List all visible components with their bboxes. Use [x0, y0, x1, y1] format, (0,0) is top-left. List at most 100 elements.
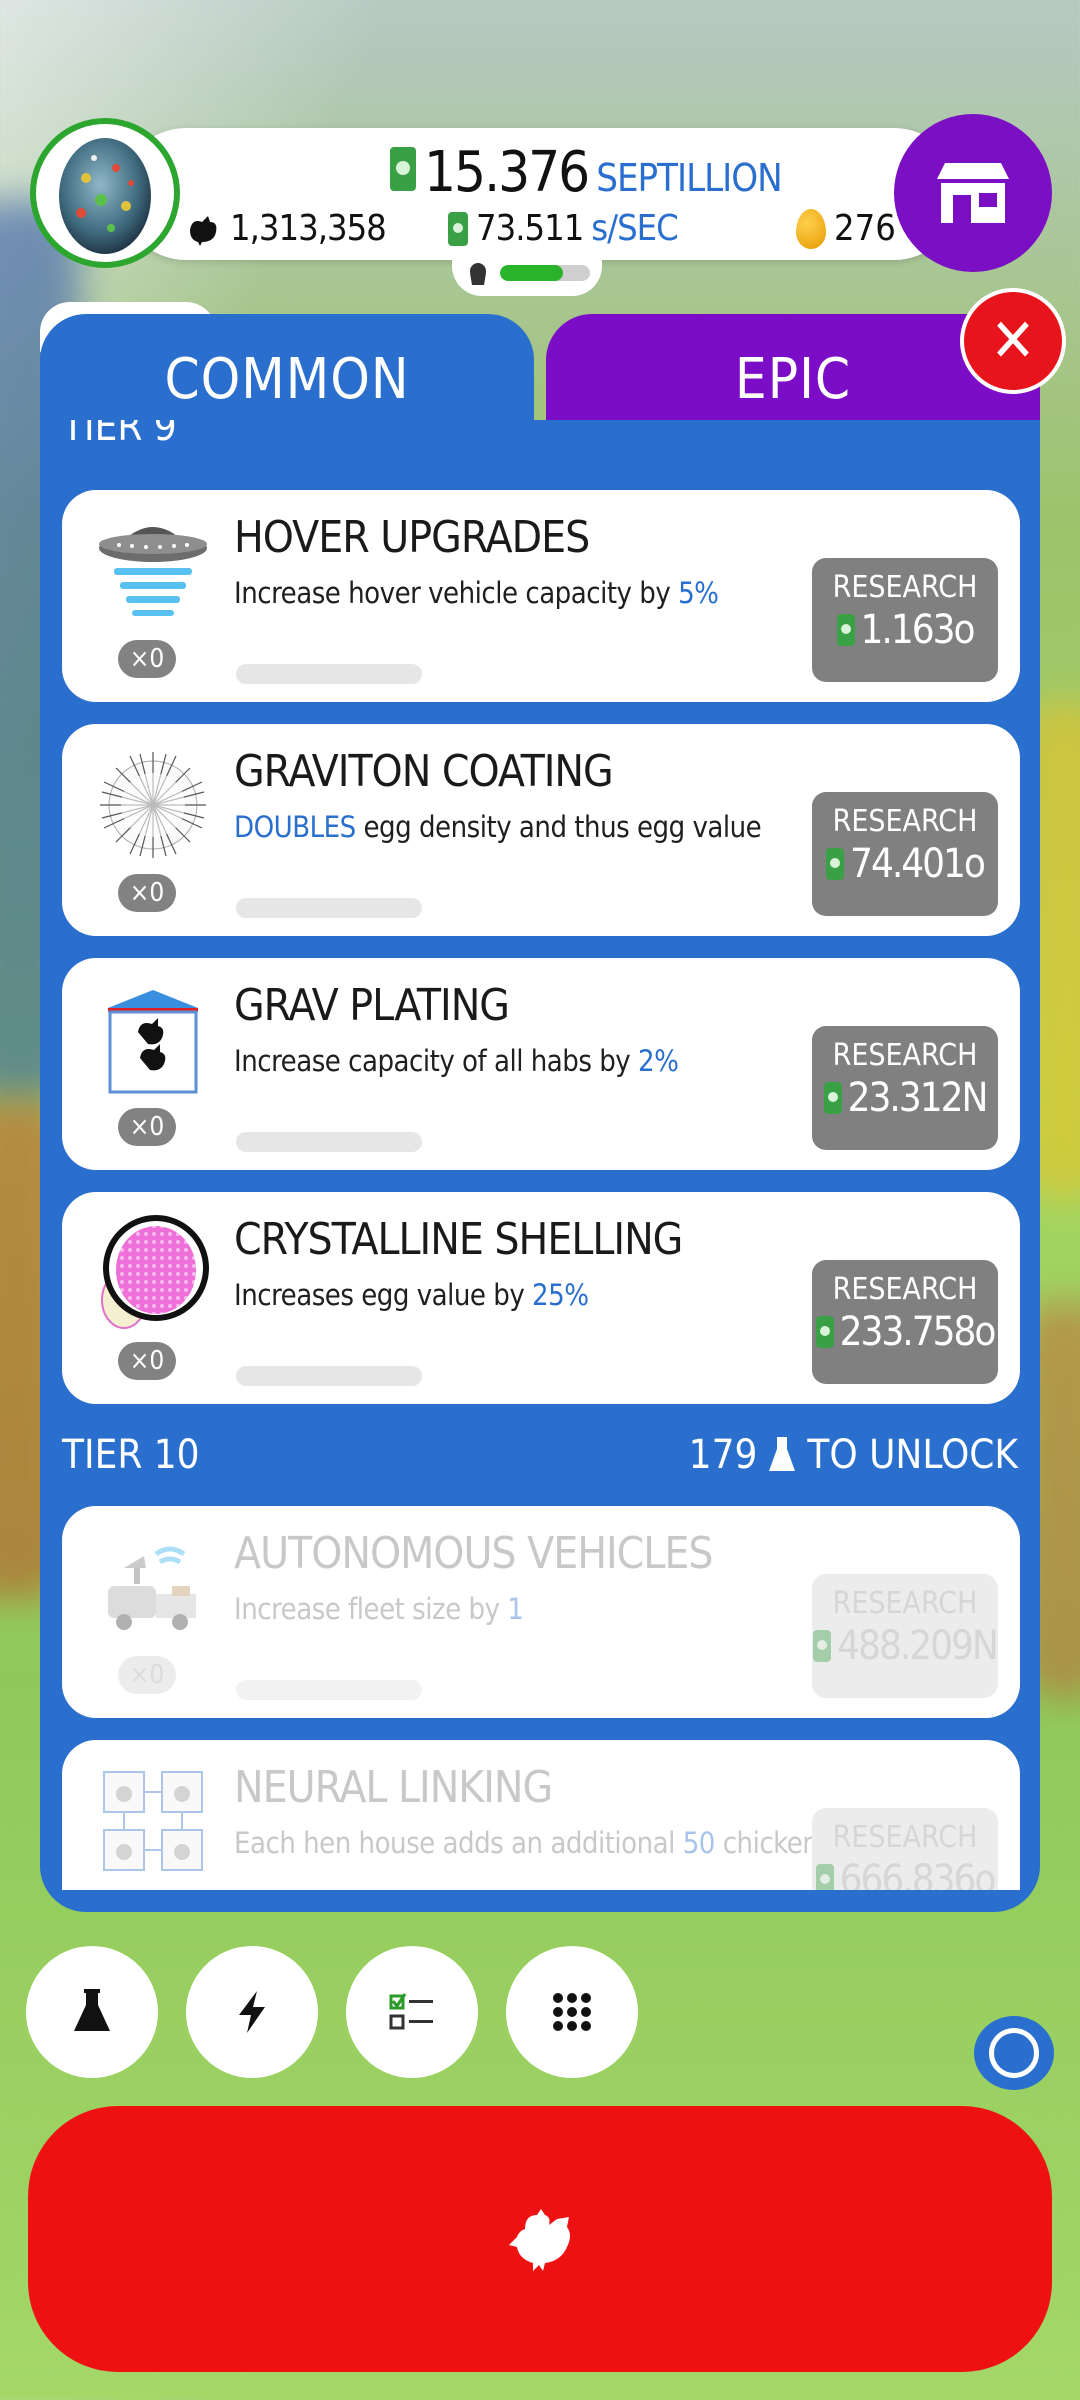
research-title: GRAVITON COATING [234, 746, 614, 797]
research-card[interactable]: ×0 GRAVITON COATING DOUBLES egg density … [62, 724, 1020, 936]
cash-icon [836, 614, 855, 646]
earnings-rate-value: 73.511 [476, 208, 584, 249]
research-title: NEURAL LINKING [234, 1762, 553, 1813]
research-description: Increases egg value by 25% [234, 1278, 589, 1312]
boosts-button[interactable] [186, 1946, 318, 2078]
golden-eggs-value: 276 [834, 208, 896, 249]
close-button[interactable]: ✕ [960, 288, 1066, 394]
research-price: 23.312N [847, 1075, 989, 1121]
hatchery-progress-fill [500, 265, 563, 281]
tab-epic-label: EPIC [734, 346, 852, 412]
research-button[interactable]: RESEARCH 74.401o [812, 792, 998, 916]
research-button-disabled: RESEARCH 488.209N [812, 1574, 999, 1698]
research-button-disabled: RESEARCH 666.836o [812, 1808, 998, 1890]
research-button-label: RESEARCH [832, 570, 978, 605]
neural-network-icon [90, 1758, 216, 1884]
chicken-count-value: 1,313,358 [230, 208, 387, 249]
crystal-egg-icon [90, 1210, 216, 1336]
research-description: DOUBLES egg density and thus egg value [234, 810, 762, 844]
research-price: 1.163o [860, 607, 976, 653]
circle-icon [989, 2028, 1039, 2078]
missions-checklist-icon [389, 1993, 433, 2030]
research-button-label: RESEARCH [832, 1272, 978, 1307]
graviton-sphere-icon [90, 742, 216, 868]
earnings-rate: 73.511 s/SEC [448, 208, 679, 249]
research-level-badge: ×0 [118, 874, 176, 912]
research-button[interactable]: RESEARCH 233.758o [812, 1260, 998, 1384]
research-progress-bar [236, 898, 422, 918]
menu-button[interactable] [506, 1946, 638, 2078]
chicken-count: 1,313,358 [186, 208, 387, 249]
research-price: 233.758o [839, 1309, 997, 1355]
research-progress-bar [236, 1366, 422, 1386]
close-icon: ✕ [990, 306, 1036, 376]
research-price: 74.401o [850, 841, 986, 887]
cash-icon [390, 147, 416, 191]
hover-vehicle-icon [90, 508, 216, 634]
research-description: Increase fleet size by 1 [234, 1592, 524, 1626]
research-level-badge: ×0 [118, 1108, 176, 1146]
universe-egg-icon [59, 138, 151, 254]
research-panel[interactable]: TIER 9 ×0 HOVER UPGRADES Increase hover … [40, 420, 1040, 1912]
research-card[interactable]: ×0 HOVER UPGRADES Increase hover vehicle… [62, 490, 1020, 702]
hatchery-progress [452, 250, 602, 296]
research-button-label: RESEARCH [832, 1586, 978, 1621]
tier-header-partial: TIER 9 [62, 420, 177, 450]
autonomous-truck-icon [90, 1524, 216, 1650]
research-price: 488.209N [837, 1623, 999, 1669]
research-button-nav[interactable] [26, 1946, 158, 2078]
chicken-icon [190, 215, 217, 246]
research-flask-icon [74, 1989, 110, 2031]
research-title: CRYSTALLINE SHELLING [234, 1214, 683, 1265]
research-button-label: RESEARCH [832, 1820, 978, 1855]
current-egg-avatar[interactable] [30, 118, 180, 268]
research-button[interactable]: RESEARCH 1.163o [812, 558, 998, 682]
cash-icon [823, 1082, 842, 1114]
shop-icon [937, 163, 1009, 223]
boost-lightning-icon [239, 1991, 265, 2033]
chicken-icon [509, 2209, 570, 2271]
research-title: GRAV PLATING [234, 980, 510, 1031]
research-card-locked: ×0 AUTONOMOUS VEHICLES Increase fleet si… [62, 1506, 1020, 1718]
money-unit: SEPTILLION [596, 156, 782, 200]
overlay-indicator-button[interactable] [974, 2016, 1054, 2090]
research-card[interactable]: ×0 CRYSTALLINE SHELLING Increases egg va… [62, 1192, 1020, 1404]
research-card-locked: ×0 NEURAL LINKING Each hen house adds an… [62, 1740, 1020, 1890]
missions-button[interactable] [346, 1946, 478, 2078]
research-level-badge: ×0 [118, 1656, 176, 1694]
chick-icon [470, 263, 486, 285]
research-progress-bar [236, 664, 422, 684]
cash-icon [815, 1316, 834, 1348]
research-title: AUTONOMOUS VEHICLES [234, 1528, 713, 1579]
unlock-text: TO UNLOCK [807, 1432, 1018, 1478]
research-button-label: RESEARCH [832, 804, 978, 839]
golden-egg-icon [796, 208, 826, 249]
tier-unlock-requirement: 179 TO UNLOCK [689, 1432, 1018, 1478]
research-level-badge: ×0 [118, 640, 176, 678]
money-value: 15.376 [424, 140, 590, 205]
hatchery-progress-bar [500, 265, 590, 281]
research-title: HOVER UPGRADES [234, 512, 590, 563]
hab-chickens-icon [90, 976, 216, 1102]
shop-button[interactable] [894, 114, 1052, 272]
research-progress-bar [236, 1680, 422, 1700]
cash-icon [826, 848, 845, 880]
research-price: 666.836o [839, 1857, 997, 1890]
research-level-badge: ×0 [118, 1342, 176, 1380]
research-progress-bar [236, 1132, 422, 1152]
research-description: Each hen house adds an additional 50 chi… [234, 1826, 888, 1860]
research-button[interactable]: RESEARCH 23.312N [812, 1026, 998, 1150]
earnings-rate-unit: s/SEC [591, 208, 678, 249]
research-description: Increase hover vehicle capacity by 5% [234, 576, 719, 610]
research-button-label: RESEARCH [832, 1038, 978, 1073]
tier-label: TIER 10 [62, 1432, 200, 1478]
cash-icon [813, 1630, 832, 1662]
research-card[interactable]: ×0 GRAV PLATING Increase capacity of all… [62, 958, 1020, 1170]
research-description: Increase capacity of all habs by 2% [234, 1044, 679, 1078]
cash-icon [448, 211, 468, 246]
cash-icon [815, 1864, 834, 1890]
menu-grid-icon [553, 1993, 591, 2031]
money-display: 15.376 SEPTILLION [390, 140, 783, 206]
unlock-count: 179 [688, 1432, 758, 1478]
hatch-chicken-button[interactable] [28, 2106, 1052, 2372]
